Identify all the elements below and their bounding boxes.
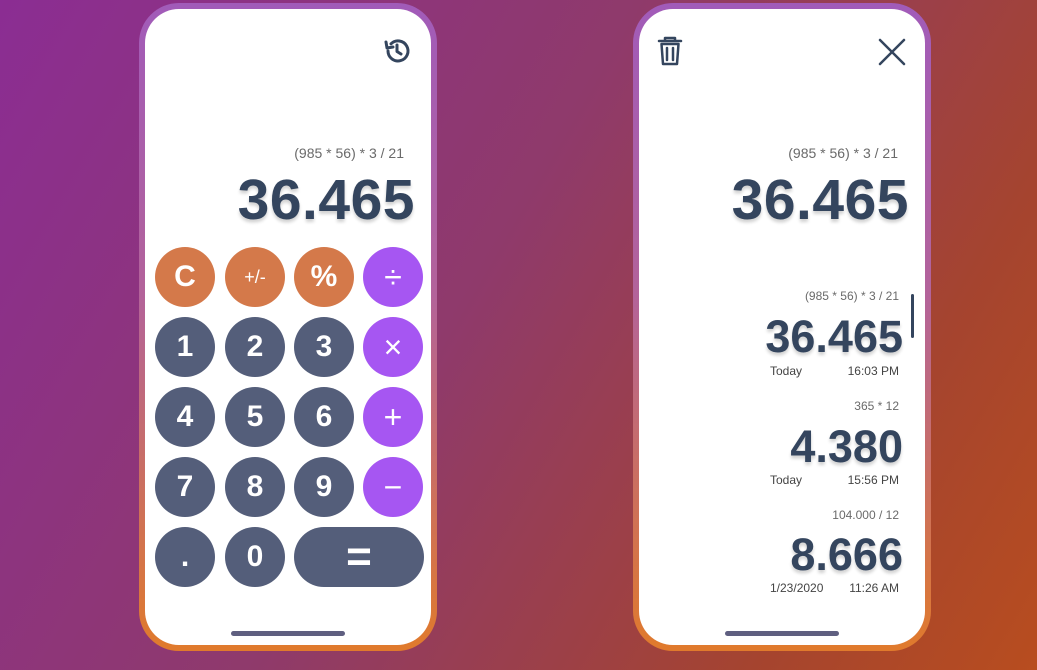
clear-button[interactable]: C	[155, 247, 215, 307]
digit-5-button[interactable]: 5	[225, 387, 285, 447]
close-icon[interactable]	[877, 37, 907, 72]
calculator-phone: (985 * 56) * 3 / 21 36.465 C +/-% ÷ 1 2 3 × 4 5 6…	[139, 3, 437, 651]
subtract-button[interactable]: −	[363, 457, 423, 517]
equals-label: =	[346, 532, 372, 581]
home-indicator	[725, 631, 839, 636]
digit-2-button[interactable]: 2	[225, 317, 285, 377]
trash-icon[interactable]	[655, 35, 685, 72]
add-button[interactable]: +	[363, 387, 423, 447]
digit-4-button[interactable]: 4	[155, 387, 215, 447]
add-label: +	[383, 398, 403, 435]
history-scrollbar[interactable]	[911, 294, 914, 338]
digit-6-label: 6	[315, 400, 333, 433]
history-screen: (985 * 56) * 3 / 21 36.465 (985 * 56) * …	[639, 9, 925, 645]
equals-button[interactable]: =	[294, 527, 424, 587]
digit-9-label: 9	[315, 470, 333, 503]
digit-3-label: 3	[315, 330, 333, 363]
history-item-expression: (985 * 56) * 3 / 21	[804, 289, 899, 303]
digit-6-button[interactable]: 6	[294, 387, 354, 447]
digit-7-button[interactable]: 7	[155, 457, 215, 517]
digit-3-button[interactable]: 3	[294, 317, 354, 377]
history-item-time: 11:26 AM	[849, 581, 899, 595]
history-item-day: Today	[770, 473, 803, 487]
digit-1-label: 1	[176, 330, 194, 363]
divide-label: ÷	[384, 258, 402, 295]
digit-8-button[interactable]: 8	[225, 457, 285, 517]
history-item-day: Today	[770, 364, 803, 378]
history-item-result: 8.666	[790, 529, 903, 580]
current-result: 36.465	[731, 168, 909, 232]
percent-label: %	[310, 260, 338, 293]
digit-0-label: 0	[246, 540, 264, 573]
digit-2-label: 2	[246, 330, 264, 363]
calculator-screen: (985 * 56) * 3 / 21 36.465 C +/-% ÷ 1 2 3 × 4 5 6…	[145, 9, 431, 645]
percent-button[interactable]: %	[294, 247, 354, 307]
subtract-label: −	[383, 468, 403, 505]
history-item-time: 16:03 PM	[847, 364, 899, 378]
multiply-button[interactable]: ×	[363, 317, 423, 377]
toggle-sign-button[interactable]: +/-	[225, 247, 285, 307]
result-display: 36.465	[237, 168, 415, 232]
multiply-label: ×	[383, 328, 403, 365]
digit-4-label: 4	[176, 400, 194, 433]
clear-label: C	[174, 260, 196, 293]
digit-1-button[interactable]: 1	[155, 317, 215, 377]
digit-8-label: 8	[246, 470, 264, 503]
history-item-result: 36.465	[765, 311, 903, 362]
decimal-button[interactable]: .	[155, 527, 215, 587]
digit-9-button[interactable]: 9	[294, 457, 354, 517]
expression-display: (985 * 56) * 3 / 21	[294, 145, 404, 161]
history-item-time: 15:56 PM	[847, 473, 899, 487]
digit-7-label: 7	[176, 470, 194, 503]
history-icon[interactable]	[381, 35, 413, 72]
digit-5-label: 5	[246, 400, 264, 433]
digit-0-button[interactable]: 0	[225, 527, 285, 587]
history-phone: (985 * 56) * 3 / 21 36.465 (985 * 56) * …	[633, 3, 931, 651]
history-item-day: 1/23/2020	[770, 581, 824, 595]
decimal-label: .	[180, 540, 190, 573]
current-expression: (985 * 56) * 3 / 21	[788, 145, 898, 161]
home-indicator	[231, 631, 345, 636]
history-item-expression: 104.000 / 12	[832, 508, 899, 522]
history-item-expression: 365 * 12	[854, 399, 899, 413]
history-item-result: 4.380	[790, 421, 903, 472]
toggle-sign-label: +/-	[244, 266, 266, 287]
divide-button[interactable]: ÷	[363, 247, 423, 307]
